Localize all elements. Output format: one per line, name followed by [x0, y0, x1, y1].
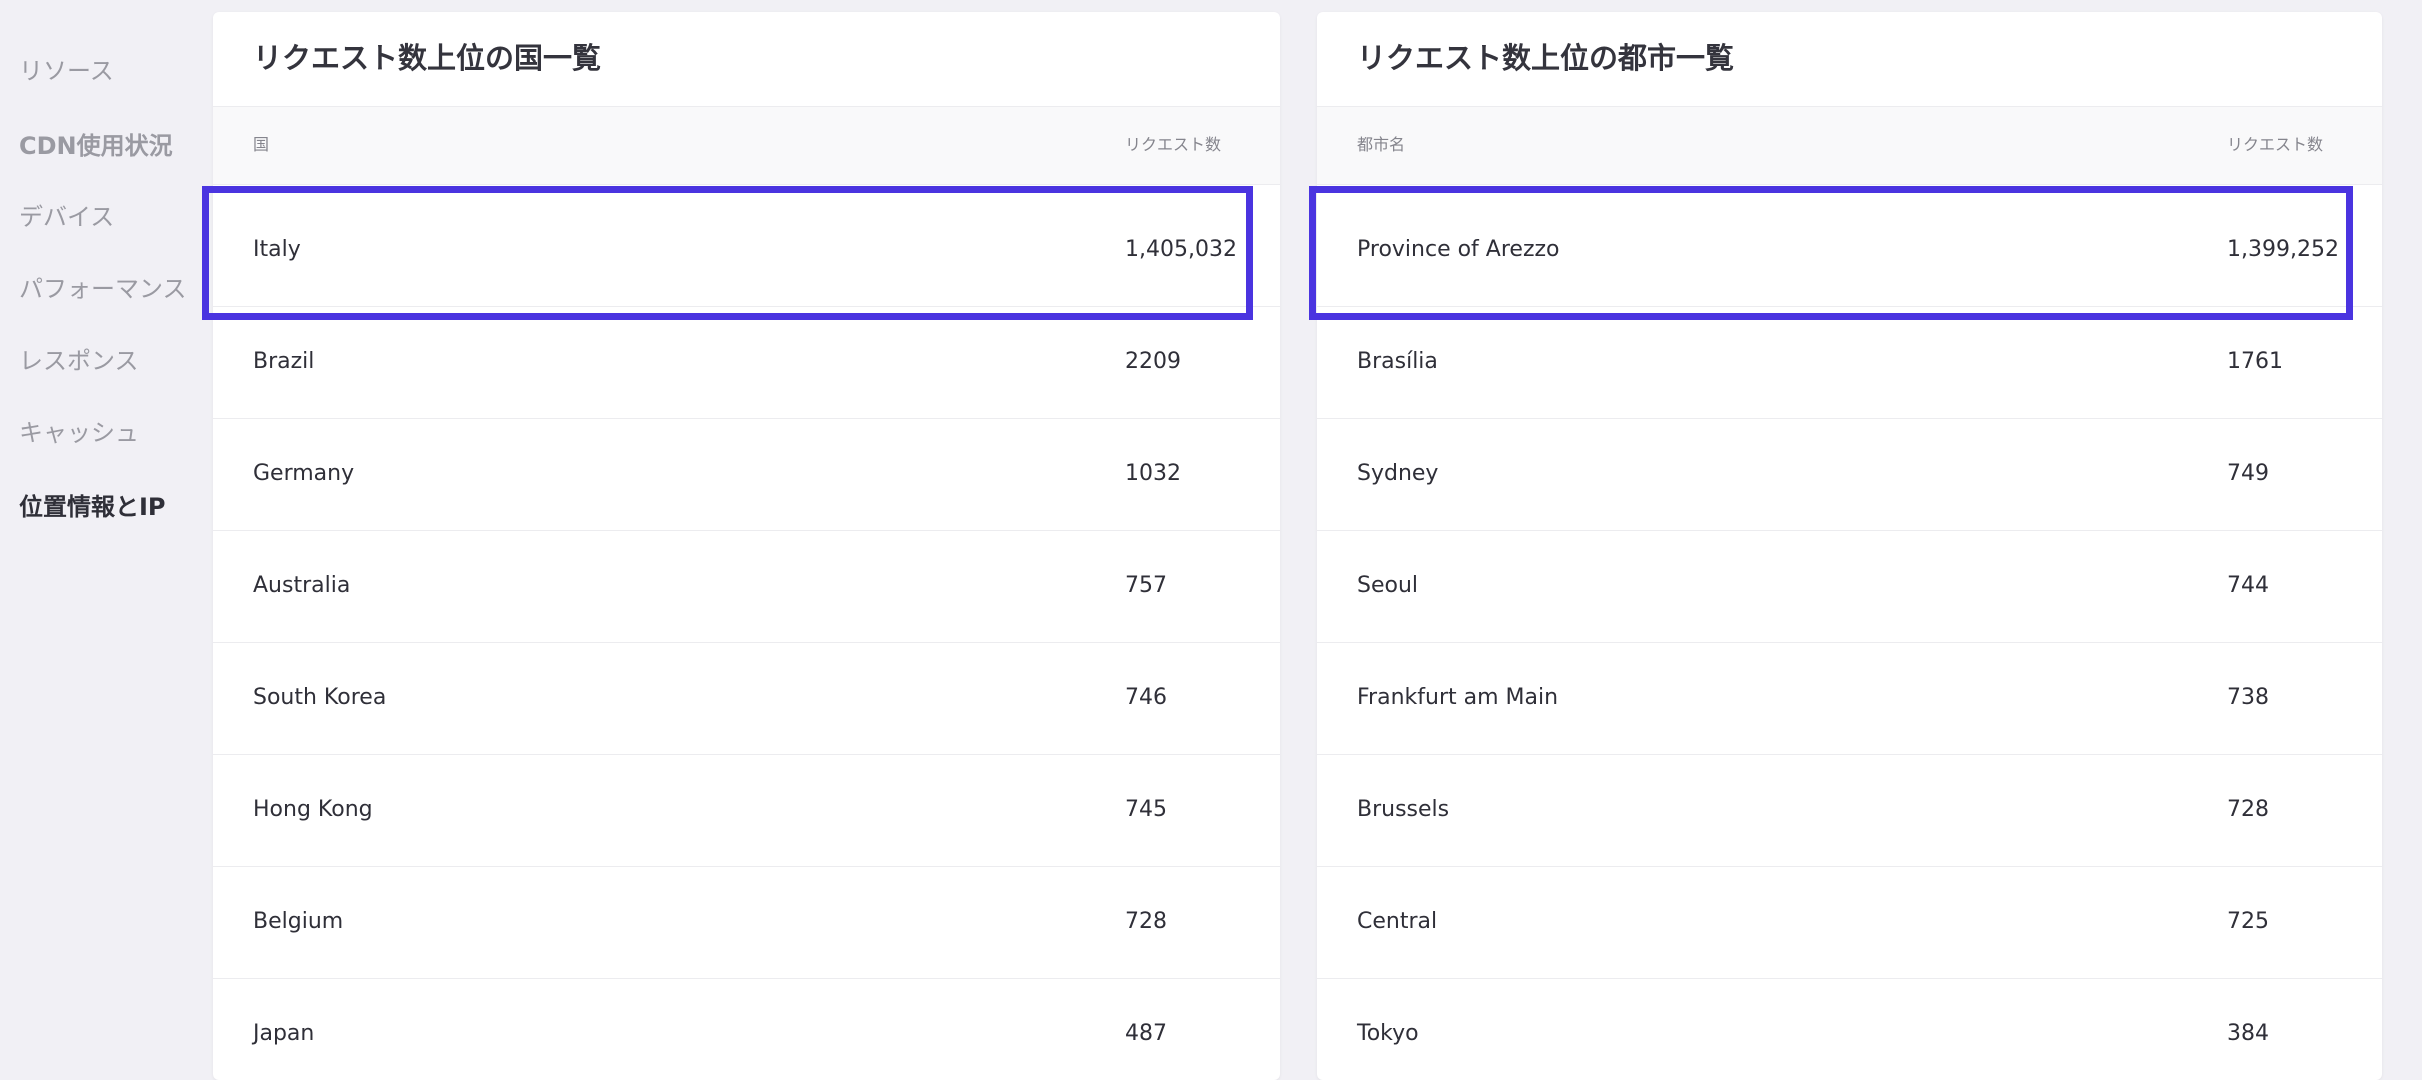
top-cities-card: リクエスト数上位の都市一覧 都市名 リクエスト数 Province of Are…	[1317, 12, 2382, 1080]
request-count: 1761	[2227, 349, 2283, 374]
city-name: Tokyo	[1357, 1021, 1419, 1046]
table-row: Germany 1032	[213, 419, 1280, 531]
request-count: 728	[1125, 909, 1167, 934]
table-row: Japan 487	[213, 979, 1280, 1080]
column-header-city: 都市名	[1357, 135, 1406, 154]
city-name: Seoul	[1357, 573, 1419, 598]
city-name: Sydney	[1357, 461, 1439, 486]
table-row: Seoul 744	[1317, 531, 2382, 643]
country-name: Brazil	[253, 349, 315, 374]
table-body: Province of Arezzo 1,399,252 Brasília 17…	[1317, 195, 2382, 1080]
table-row: Australia 757	[213, 531, 1280, 643]
column-header-country: 国	[253, 135, 270, 154]
card-title: リクエスト数上位の都市一覧	[1357, 41, 1735, 75]
sidebar-nav: リソース CDN使用状況 デバイス パフォーマンス レスポンス キャッシュ 位置…	[0, 0, 200, 1080]
sidebar-item-cache[interactable]: キャッシュ	[19, 418, 139, 448]
request-count: 744	[2227, 573, 2269, 598]
request-count: 2209	[1125, 349, 1181, 374]
country-name: Belgium	[253, 909, 344, 934]
table-row: Brasília 1761	[1317, 307, 2382, 419]
table-header: 国 リクエスト数	[213, 106, 1280, 185]
sidebar-item-resources[interactable]: リソース	[19, 56, 114, 86]
table-header: 都市名 リクエスト数	[1317, 106, 2382, 185]
table-body: Italy 1,405,032 Brazil 2209 Germany 1032…	[213, 195, 1280, 1080]
table-row: South Korea 746	[213, 643, 1280, 755]
request-count: 1,399,252	[2227, 237, 2339, 262]
table-row: Frankfurt am Main 738	[1317, 643, 2382, 755]
table-row: Hong Kong 745	[213, 755, 1280, 867]
city-name: Brussels	[1357, 797, 1450, 822]
city-name: Province of Arezzo	[1357, 237, 1560, 262]
column-header-requests: リクエスト数	[1125, 135, 1222, 154]
request-count: 728	[2227, 797, 2269, 822]
table-row: Province of Arezzo 1,399,252	[1317, 195, 2382, 307]
request-count: 738	[2227, 685, 2269, 710]
request-count: 745	[1125, 797, 1167, 822]
country-name: Hong Kong	[253, 797, 373, 822]
sidebar-item-performance[interactable]: パフォーマンス	[19, 274, 187, 304]
table-row: Italy 1,405,032	[213, 195, 1280, 307]
table-row: Belgium 728	[213, 867, 1280, 979]
country-name: Japan	[253, 1021, 315, 1046]
country-name: Italy	[253, 237, 301, 262]
request-count: 757	[1125, 573, 1167, 598]
table-row: Sydney 749	[1317, 419, 2382, 531]
request-count: 725	[2227, 909, 2269, 934]
sidebar-item-responses[interactable]: レスポンス	[19, 346, 139, 376]
table-row: Central 725	[1317, 867, 2382, 979]
country-name: Germany	[253, 461, 355, 486]
top-countries-card: リクエスト数上位の国一覧 国 リクエスト数 Italy 1,405,032 Br…	[213, 12, 1280, 1080]
table-row: Brussels 728	[1317, 755, 2382, 867]
city-name: Central	[1357, 909, 1438, 934]
request-count: 1032	[1125, 461, 1181, 486]
sidebar-item-devices[interactable]: デバイス	[19, 202, 114, 232]
table-row: Brazil 2209	[213, 307, 1280, 419]
card-title: リクエスト数上位の国一覧	[253, 41, 602, 75]
table-row: Tokyo 384	[1317, 979, 2382, 1080]
request-count: 487	[1125, 1021, 1167, 1046]
city-name: Brasília	[1357, 349, 1438, 374]
request-count: 1,405,032	[1125, 237, 1237, 262]
country-name: South Korea	[253, 685, 387, 710]
request-count: 384	[2227, 1021, 2269, 1046]
country-name: Australia	[253, 573, 351, 598]
city-name: Frankfurt am Main	[1357, 685, 1559, 710]
column-header-requests: リクエスト数	[2227, 135, 2324, 154]
request-count: 746	[1125, 685, 1167, 710]
sidebar-item-location-ip[interactable]: 位置情報とIP	[19, 492, 166, 522]
request-count: 749	[2227, 461, 2269, 486]
sidebar-item-cdn-usage[interactable]: CDN使用状況	[19, 131, 173, 161]
